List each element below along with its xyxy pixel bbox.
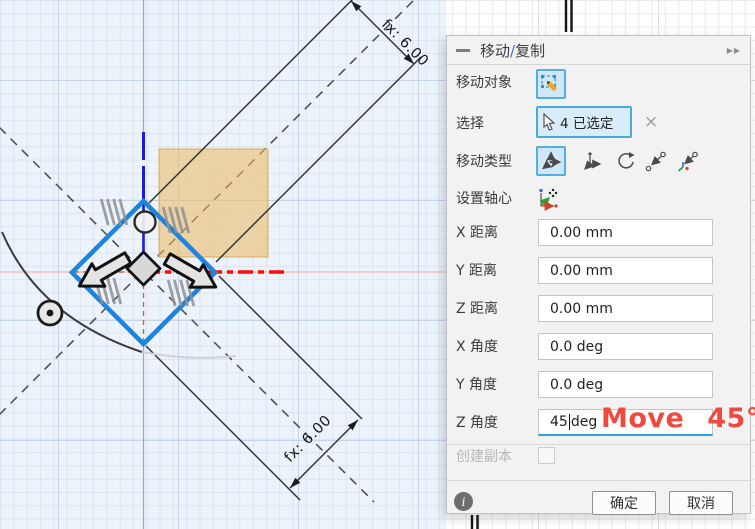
row-y-distance: Y 距离 (447, 257, 750, 284)
selection-button[interactable]: 4 已选定 (536, 106, 632, 138)
row-x-angle: X 角度 (447, 333, 750, 360)
move-type-translate-button[interactable] (581, 149, 607, 175)
center-move-handle[interactable] (125, 250, 162, 287)
sketch-svg[interactable]: fx: 6.00 fx: 6.00 (0, 0, 446, 529)
row-x-distance: X 距离 (447, 219, 750, 246)
ok-button[interactable]: 确定 (592, 491, 656, 515)
move-type-point-to-point-button[interactable] (643, 149, 669, 175)
dimension-bottom-text: fx: 6.00 (281, 412, 334, 465)
set-pivot-label: 设置轴心 (456, 191, 512, 207)
y-angle-input[interactable] (538, 371, 713, 398)
set-pivot-button[interactable] (532, 183, 562, 213)
z-angle-value: 45 (550, 414, 568, 430)
selection-label: 选择 (456, 116, 484, 132)
move-object-button[interactable] (536, 69, 566, 99)
app-window: fx: 6.00 fx: 6.00 移动/复制 ▶▶ 移动对象 选择 4 已选定… (0, 0, 755, 529)
move-object-label: 移动对象 (456, 75, 512, 91)
sketch-parallel-lines-top[interactable] (563, 0, 575, 33)
rotation-arc (1, 231, 143, 353)
original-square-highlight[interactable] (158, 148, 269, 258)
divider (447, 444, 750, 445)
dialog-titlebar[interactable]: 移动/复制 ▶▶ (447, 36, 750, 65)
translate-icon (584, 152, 602, 170)
collapse-icon[interactable] (456, 48, 470, 52)
selection-count: 4 已选定 (560, 116, 614, 132)
divider (447, 480, 750, 481)
x-angle-input[interactable] (538, 333, 713, 360)
y-angle-label: Y 角度 (456, 377, 498, 393)
cancel-button[interactable]: 取消 (669, 491, 733, 515)
sketch-parallel-lines-bottom[interactable] (469, 514, 481, 529)
dimension-top-text: fx: 6.00 (378, 16, 431, 69)
x-distance-label: X 距离 (456, 225, 499, 241)
move-type-point-to-position-button[interactable] (673, 149, 701, 175)
rotate-icon (618, 152, 635, 169)
pivot-axes-icon (539, 188, 558, 211)
point-handle[interactable] (133, 210, 157, 234)
dimension-top[interactable]: fx: 6.00 (350, 0, 432, 70)
x-angle-label: X 角度 (456, 339, 499, 355)
cursor-icon (543, 113, 556, 131)
y-distance-label: Y 距离 (456, 263, 498, 279)
text-caret (568, 414, 570, 430)
create-copy-label: 创建副本 (456, 449, 512, 465)
dimension-bottom[interactable]: fx: 6.00 (281, 412, 359, 489)
z-angle-unit: deg (570, 414, 598, 430)
dialog-title: 移动/复制 (480, 41, 546, 60)
arc-point-marker[interactable] (36, 299, 64, 327)
z-distance-label: Z 距离 (456, 301, 499, 317)
x-distance-input[interactable] (538, 219, 713, 246)
move-type-free-move-button[interactable] (536, 146, 566, 176)
row-z-distance: Z 距离 (447, 295, 750, 322)
move-type-label: 移动类型 (456, 154, 512, 170)
select-objects-icon (541, 75, 557, 92)
sketch-canvas[interactable]: fx: 6.00 fx: 6.00 (0, 0, 446, 529)
point-to-position-icon (677, 151, 698, 172)
clear-selection-icon[interactable]: × (644, 113, 658, 131)
info-icon[interactable]: i (454, 492, 473, 511)
z-distance-input[interactable] (538, 295, 713, 322)
move-45-annotation: Move 45° (601, 403, 755, 434)
create-copy-checkbox[interactable] (538, 447, 555, 464)
row-y-angle: Y 角度 (447, 371, 750, 398)
flyout-icon[interactable]: ▶▶ (727, 46, 741, 55)
move-copy-dialog: 移动/复制 ▶▶ 移动对象 选择 4 已选定 × 移动类型 设置轴心 X 距离 … (446, 35, 751, 515)
z-angle-label: Z 角度 (456, 415, 499, 431)
y-distance-input[interactable] (538, 257, 713, 284)
free-move-icon (541, 151, 562, 170)
move-type-rotate-button[interactable] (613, 149, 639, 175)
point-to-point-icon (645, 151, 666, 172)
